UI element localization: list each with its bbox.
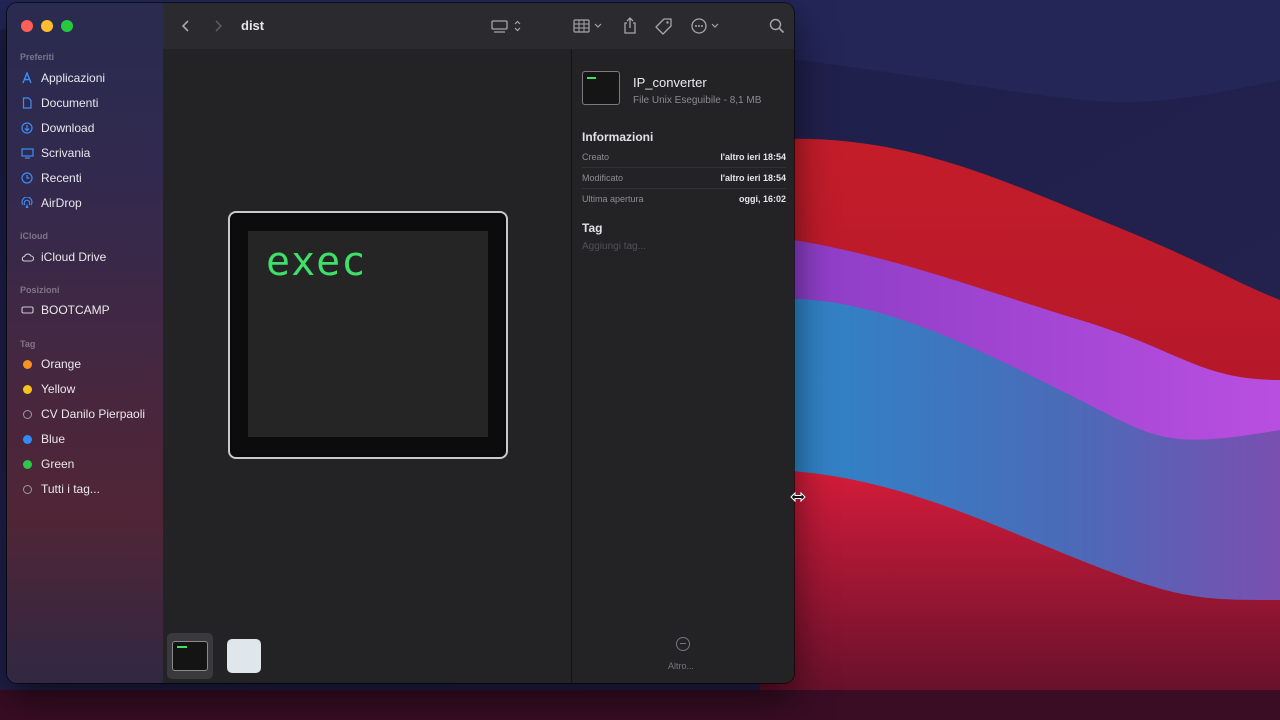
gallery-view-icon bbox=[491, 20, 521, 33]
info-key: Modificato bbox=[582, 173, 624, 183]
sidebar-tag-green[interactable]: Green bbox=[20, 455, 74, 473]
info-row-created: Creato l'altro ieri 18:54 bbox=[582, 147, 786, 168]
exec-label: exec bbox=[266, 239, 367, 285]
document-icon bbox=[20, 96, 34, 110]
share-icon bbox=[624, 17, 636, 34]
tag-color-dot bbox=[22, 459, 32, 469]
info-row-modified: Modificato l'altro ieri 18:54 bbox=[582, 168, 786, 189]
group-button[interactable] bbox=[573, 16, 605, 36]
sidebar-item-label: Tutti i tag... bbox=[41, 482, 100, 496]
sidebar-item-icloud-drive[interactable]: iCloud Drive bbox=[20, 248, 106, 266]
airdrop-icon bbox=[20, 196, 34, 210]
sidebar-section-locations: Posizioni bbox=[20, 285, 60, 295]
sidebar-item-label: iCloud Drive bbox=[41, 250, 107, 264]
sidebar-item-label: Orange bbox=[41, 357, 82, 371]
info-value: l'altro ieri 18:54 bbox=[720, 173, 786, 183]
sidebar-item-desktop[interactable]: Scrivania bbox=[20, 144, 90, 162]
search-icon bbox=[769, 18, 785, 34]
chevron-right-icon bbox=[215, 20, 223, 32]
sidebar-item-label: Blue bbox=[41, 432, 66, 446]
sidebar-item-label: AirDrop bbox=[41, 196, 82, 210]
file-description: File Unix Eseguibile - 8,1 MB bbox=[633, 95, 762, 106]
tag-color-dot bbox=[22, 409, 32, 419]
toolbar: dist bbox=[163, 3, 794, 50]
desktop-icon bbox=[20, 146, 34, 160]
tag-color-dot bbox=[22, 384, 32, 394]
info-heading: Informazioni bbox=[582, 130, 654, 144]
sidebar-item-downloads[interactable]: Download bbox=[20, 119, 94, 137]
thumbnail-strip bbox=[167, 633, 261, 679]
sidebar-item-label: Scrivania bbox=[41, 146, 91, 160]
ellipsis-circle-icon bbox=[691, 18, 719, 34]
thumbnail-selected[interactable] bbox=[167, 633, 213, 679]
tag-color-dot bbox=[22, 359, 32, 369]
all-tags-icon bbox=[22, 484, 32, 494]
sidebar-section-icloud: iCloud bbox=[20, 231, 48, 241]
sidebar-item-label: Yellow bbox=[41, 382, 76, 396]
zoom-button[interactable] bbox=[61, 20, 73, 32]
window-title: dist bbox=[241, 18, 265, 33]
info-value: oggi, 16:02 bbox=[738, 194, 786, 204]
sidebar-item-label: Applicazioni bbox=[41, 71, 106, 85]
minimize-button[interactable] bbox=[41, 20, 53, 32]
tag-heading: Tag bbox=[582, 221, 603, 235]
sidebar-item-label: Download bbox=[41, 121, 95, 135]
info-key: Creato bbox=[582, 152, 610, 162]
file-preview-large[interactable]: exec bbox=[228, 211, 508, 459]
file-name: IP_converter bbox=[633, 75, 707, 90]
chevron-left-icon bbox=[181, 20, 189, 32]
info-value: l'altro ieri 18:54 bbox=[720, 152, 786, 162]
sidebar-item-label: Documenti bbox=[41, 96, 99, 110]
sidebar-item-label: CV Danilo Pierpaoli bbox=[41, 407, 146, 421]
terminal-file-icon bbox=[172, 641, 208, 671]
sidebar-tag-cv[interactable]: CV Danilo Pierpaoli bbox=[20, 405, 145, 423]
tag-icon bbox=[655, 18, 672, 35]
share-button[interactable] bbox=[622, 16, 638, 36]
action-menu-button[interactable] bbox=[691, 16, 723, 36]
add-tag-field[interactable]: Aggiungi tag... bbox=[582, 241, 646, 252]
sidebar-item-bootcamp[interactable]: BOOTCAMP bbox=[20, 301, 110, 319]
sidebar-tag-blue[interactable]: Blue bbox=[20, 430, 65, 448]
download-icon bbox=[20, 121, 34, 135]
sidebar-tag-yellow[interactable]: Yellow bbox=[20, 380, 75, 398]
resize-cursor-icon bbox=[790, 491, 806, 503]
gallery-preview-area: exec bbox=[163, 49, 571, 683]
main-pane: dist exec IP_converter File Unix Eseguib… bbox=[163, 3, 794, 683]
terminal-screen: exec bbox=[248, 231, 488, 437]
sidebar-section-favorites: Preferiti bbox=[20, 52, 55, 62]
sidebar-item-label: BOOTCAMP bbox=[41, 303, 110, 317]
more-button[interactable]: Altro... bbox=[668, 661, 694, 671]
info-row-last-opened: Ultima apertura oggi, 16:02 bbox=[582, 189, 786, 209]
sidebar-item-label: Recenti bbox=[41, 171, 82, 185]
cloud-icon bbox=[20, 250, 34, 264]
inspector-panel: IP_converter File Unix Eseguibile - 8,1 … bbox=[571, 49, 794, 683]
sidebar-section-tags: Tag bbox=[20, 339, 36, 349]
window-controls bbox=[21, 20, 73, 32]
sidebar-item-label: Green bbox=[41, 457, 75, 471]
close-button[interactable] bbox=[21, 20, 33, 32]
sidebar-item-documents[interactable]: Documenti bbox=[20, 94, 98, 112]
sidebar-item-recents[interactable]: Recenti bbox=[20, 169, 82, 187]
sidebar: Preferiti Applicazioni Documenti Downloa… bbox=[7, 3, 164, 683]
group-grid-icon bbox=[573, 19, 602, 33]
sidebar-item-applications[interactable]: Applicazioni bbox=[20, 69, 105, 87]
sidebar-all-tags[interactable]: Tutti i tag... bbox=[20, 480, 100, 498]
finder-window: Preferiti Applicazioni Documenti Downloa… bbox=[7, 3, 794, 683]
thumbnail-file[interactable] bbox=[227, 639, 261, 673]
search-button[interactable] bbox=[769, 16, 785, 36]
terminal-file-icon bbox=[582, 71, 620, 105]
more-icon[interactable] bbox=[676, 637, 690, 651]
sidebar-tag-orange[interactable]: Orange bbox=[20, 355, 81, 373]
tag-color-dot bbox=[22, 434, 32, 444]
back-button[interactable] bbox=[181, 16, 191, 36]
tag-button[interactable] bbox=[655, 16, 673, 36]
info-key: Ultima apertura bbox=[582, 194, 644, 204]
disk-icon bbox=[20, 303, 34, 317]
forward-button[interactable] bbox=[213, 16, 223, 36]
clock-icon bbox=[20, 171, 34, 185]
applications-icon bbox=[20, 71, 34, 85]
view-mode-button[interactable] bbox=[491, 16, 527, 36]
sidebar-item-airdrop[interactable]: AirDrop bbox=[20, 194, 82, 212]
